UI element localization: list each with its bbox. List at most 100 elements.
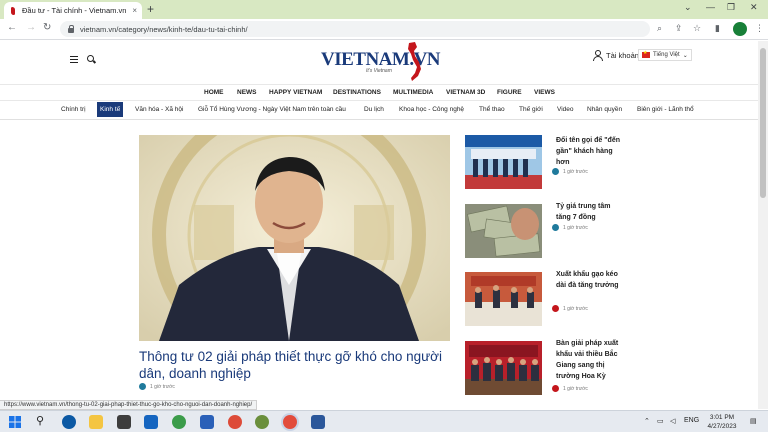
cat-item-du-lich[interactable]: Du lịch [364,106,384,113]
user-icon [593,50,603,61]
cat-item-van-hoa[interactable]: Văn hóa - Xã hội [135,106,183,113]
side-article-title-1[interactable]: Đổi tên gọi để "đến gần" khách hàng hơn [556,135,622,168]
nav-item-news[interactable]: NEWS [237,89,257,96]
language-select[interactable]: Tiếng Việt ⌄ [638,49,692,61]
clock-time: 3:01 PM [709,414,735,421]
account-link[interactable]: Tài khoản [593,50,639,61]
tab-close-icon[interactable]: × [132,6,137,15]
address-bar[interactable]: vietnam.vn/category/news/kinh-te/dau-tu-… [60,21,650,37]
zoom-icon[interactable]: ⌕ [657,23,662,34]
hero-time: 1 giờ trước [150,383,175,390]
cat-item-khoa-hoc[interactable]: Khoa học - Công nghệ [399,106,464,113]
nav-item-multimedia[interactable]: MULTIMEDIA [393,89,433,96]
link-status-bar: https://www.vietnam.vn/thong-tu-02-giai-… [0,400,258,410]
chrome-icon[interactable] [228,415,242,429]
side-article-thumb-2[interactable] [465,204,542,258]
side-article-thumb-4[interactable] [465,341,542,395]
hero-photo [139,135,450,341]
browser-toolbar: ← → ↻ vietnam.vn/category/news/kinh-te/d… [0,19,768,40]
windows-start-icon[interactable] [9,416,21,428]
vietnam-map-icon [408,42,421,81]
language-label: Tiếng Việt [653,52,680,58]
cat-item-nhan-quyen[interactable]: Nhân quyền [587,106,622,113]
hero-article-title[interactable]: Thông tư 02 giải pháp thiết thực gỡ khó … [139,348,459,382]
minimize-icon[interactable]: — [706,2,715,12]
store-icon[interactable] [117,415,131,429]
hero-image[interactable] [139,135,450,341]
profile-icon[interactable] [733,22,747,36]
cat-item-gio-to[interactable]: Giỗ Tổ Hùng Vương - Ngày Việt Nam trên t… [198,106,346,113]
vietnam-flag-icon [642,50,650,58]
nav-item-views[interactable]: VIEWS [534,89,555,96]
app-icon-2[interactable] [200,415,214,429]
browser-tab-strip: Đầu tư - Tài chính - Vietnam.vn × + ⌄ — … [0,0,768,19]
mail-icon[interactable] [144,415,158,429]
main-navigation: HOME NEWS HAPPY VIETNAM DESTINATIONS MUL… [0,84,768,101]
cat-item-bien-gioi[interactable]: Biên giới - Lãnh thổ [637,106,694,113]
sidebar-icon[interactable]: ▮ [715,23,720,34]
side-article-title-3[interactable]: Xuất khẩu gạo kéo dài đà tăng trưởng [556,269,622,291]
forward-icon[interactable]: → [26,22,36,33]
tray-language[interactable]: ENG [684,417,699,424]
new-tab-button[interactable]: + [147,2,154,16]
windows-taskbar: ⚲ ⌃ ▭ ◁ ENG 3:01 PM 4/27/2023 ▤ [0,410,768,432]
side-article-meta-3: 1 giờ trước [552,305,588,312]
article-image-3 [465,272,542,326]
lock-icon[interactable] [68,25,74,33]
close-window-icon[interactable]: ✕ [750,2,758,13]
hamburger-menu-icon[interactable] [70,56,78,63]
taskbar-search-icon[interactable]: ⚲ [36,414,44,427]
category-navigation: Chính trị Kinh tế Văn hóa - Xã hội Giỗ T… [0,101,768,120]
app-icon[interactable] [172,415,186,429]
word-icon[interactable] [311,415,325,429]
source-icon [552,385,559,392]
side-article-title-4[interactable]: Bàn giải pháp xuất khẩu vải thiều Bắc Gi… [556,338,622,382]
hero-meta: 1 giờ trước [139,383,175,390]
tray-chevron-up-icon[interactable]: ⌃ [644,417,650,425]
side-article-thumb-1[interactable] [465,135,542,189]
nav-item-home[interactable]: HOME [204,89,224,96]
network-icon[interactable]: ▭ [657,417,664,425]
window-dropdown-icon[interactable]: ⌄ [684,2,692,13]
side-article-time-3: 1 giờ trước [563,305,588,312]
nav-item-vietnam-3d[interactable]: VIETNAM 3D [446,89,485,96]
chrome-active-icon[interactable] [283,415,297,429]
article-image-4 [465,341,542,395]
scrollbar-thumb[interactable] [760,48,766,198]
nav-item-happy-vietnam[interactable]: HAPPY VIETNAM [269,89,322,96]
account-label: Tài khoản [606,50,639,60]
side-article-meta-1: 1 giờ trước [552,168,588,175]
menu-icon[interactable]: ⋮ [755,23,764,34]
cat-item-the-thao[interactable]: Thể thao [479,106,505,113]
nav-item-figure[interactable]: FIGURE [497,89,522,96]
cat-item-kinh-te[interactable]: Kinh tế [97,102,124,117]
cat-item-video[interactable]: Video [557,106,574,113]
volume-icon[interactable]: ◁ [670,417,675,425]
notification-icon[interactable]: ▤ [750,417,757,425]
app-icon-3[interactable] [255,415,269,429]
search-icon[interactable] [87,55,94,62]
chevron-down-icon: ⌄ [682,52,688,59]
star-icon[interactable]: ☆ [693,23,701,34]
source-icon [552,305,559,312]
source-icon [552,168,559,175]
file-explorer-icon[interactable] [89,415,103,429]
side-article-time-4: 1 giờ trước [563,385,588,392]
cat-item-chinh-tri[interactable]: Chính trị [61,106,86,113]
side-article-time-1: 1 giờ trước [563,168,588,175]
taskbar-clock[interactable]: 3:01 PM 4/27/2023 [702,413,742,431]
article-image-2 [465,204,542,258]
share-icon[interactable]: ⇪ [675,23,683,34]
side-article-title-2[interactable]: Tỷ giá trung tâm tăng 7 đồng [556,201,622,223]
back-icon[interactable]: ← [7,22,17,33]
source-icon [552,224,559,231]
maximize-icon[interactable]: ❐ [727,2,735,13]
nav-item-destinations[interactable]: DESTINATIONS [333,89,381,96]
cat-item-the-gioi[interactable]: Thế giới [519,106,543,113]
side-article-thumb-3[interactable] [465,272,542,326]
side-article-meta-2: 1 giờ trước [552,224,588,231]
edge-icon[interactable] [62,415,76,429]
browser-tab-active[interactable]: Đầu tư - Tài chính - Vietnam.vn × [4,2,142,19]
url-text: vietnam.vn/category/news/kinh-te/dau-tu-… [80,24,248,34]
reload-icon[interactable]: ↻ [43,22,51,33]
